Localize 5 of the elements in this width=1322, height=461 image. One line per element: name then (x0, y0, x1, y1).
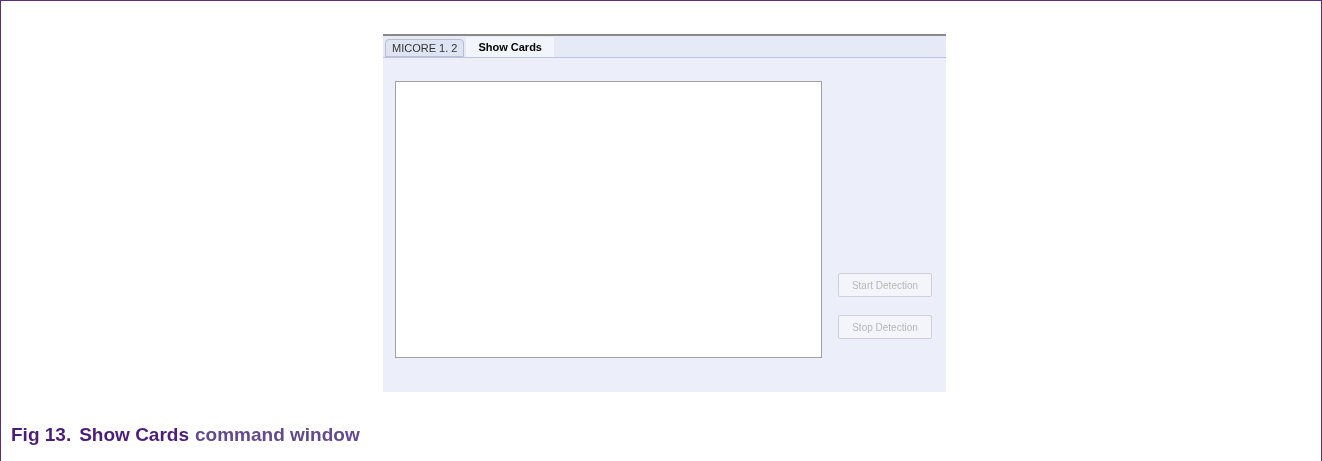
tab[interactable]: Show Cards (466, 37, 554, 57)
caption-title: command window (195, 423, 360, 447)
caption-title-emphasis: Show Cards (79, 423, 189, 447)
tab[interactable]: MICORE 1. 2 (385, 39, 465, 57)
caption-number: Fig 13. (11, 423, 72, 447)
